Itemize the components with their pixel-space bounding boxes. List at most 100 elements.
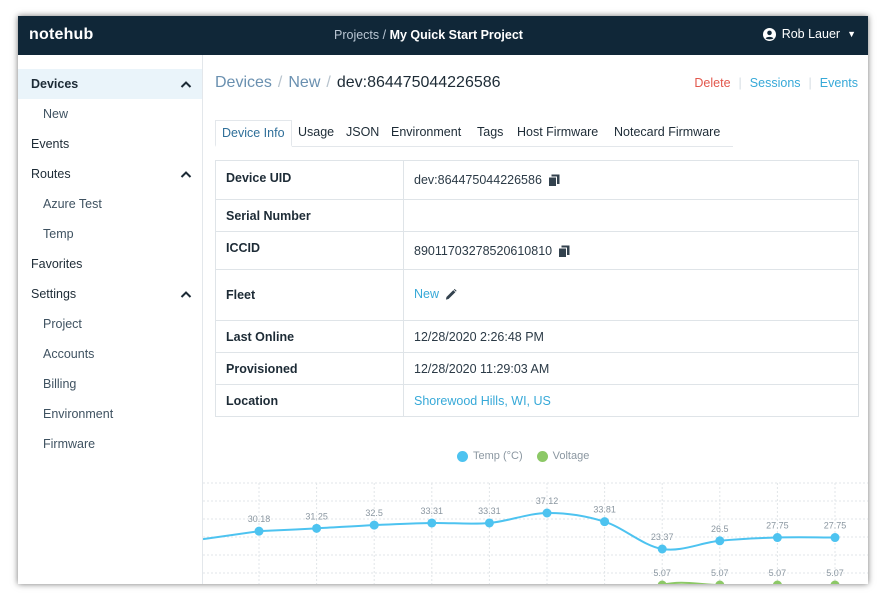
data-label: 5.07 <box>826 568 844 578</box>
top-navbar: notehub Projects / My Quick Start Projec… <box>18 16 868 55</box>
data-point <box>254 526 264 536</box>
divider: | <box>808 76 812 90</box>
sidebar-item-label: Favorites <box>31 257 83 271</box>
device-uid-value: dev:864475044226586 <box>414 173 560 187</box>
data-point <box>772 533 782 543</box>
divider <box>403 161 404 199</box>
breadcrumb-devices-link[interactable]: Devices <box>215 74 272 91</box>
divider <box>403 321 404 352</box>
copy-icon[interactable] <box>558 245 570 258</box>
data-label: 37.12 <box>536 496 559 506</box>
sidebar-item-label: Azure Test <box>43 197 102 211</box>
sidebar-item-new[interactable]: New <box>18 99 202 129</box>
data-label: 26.5 <box>711 524 729 534</box>
row-label: Device UID <box>226 171 292 185</box>
chevron-up-icon[interactable] <box>180 279 192 309</box>
data-label: 27.75 <box>824 521 847 531</box>
row-label: Provisioned <box>226 362 298 376</box>
sidebar-item-environment[interactable]: Environment <box>18 399 202 429</box>
data-point <box>600 517 610 527</box>
table-row: Location Shorewood Hills, WI, US <box>216 384 858 416</box>
divider <box>403 232 404 269</box>
telemetry-chart: Temp (°C) Voltage 30.18 31.25 32.5 33.31 33.… <box>203 443 868 584</box>
data-label: 31.25 <box>305 511 328 521</box>
sidebar-item-favorites[interactable]: Favorites <box>18 249 202 279</box>
device-actions: Delete | Sessions | Events <box>694 76 858 90</box>
data-point <box>773 580 782 584</box>
delete-button[interactable]: Delete <box>694 76 730 90</box>
breadcrumb-project-name: My Quick Start Project <box>389 28 523 42</box>
sidebar-item-label: New <box>43 107 69 121</box>
data-point <box>715 536 725 546</box>
data-label: 33.31 <box>478 506 501 516</box>
row-label: ICCID <box>226 241 261 255</box>
sidebar-item-project[interactable]: Project <box>18 309 202 339</box>
row-value: 12/28/2020 11:29:03 AM <box>414 362 550 376</box>
data-label: 23.37 <box>651 532 674 542</box>
tab-json[interactable]: JSON <box>346 120 379 146</box>
fleet-value: New <box>414 287 457 301</box>
user-menu[interactable]: Rob Lauer ▼ <box>762 27 856 41</box>
series-line <box>203 511 836 551</box>
sidebar: Devices New Events Routes Azure Test Tem… <box>18 55 203 584</box>
tab-environment[interactable]: Environment <box>391 120 461 146</box>
page-title: dev:864475044226586 <box>336 74 501 91</box>
row-value: dev:864475044226586 <box>414 173 542 187</box>
page-breadcrumb: Devices / New / dev:864475044226586 <box>215 74 501 92</box>
breadcrumb-fleet-link[interactable]: New <box>288 74 320 91</box>
divider <box>403 200 404 231</box>
chart-plot: 30.18 31.25 32.5 33.31 33.31 37.12 33.81 23.37 2… <box>203 482 868 584</box>
divider <box>403 385 404 416</box>
table-row: Serial Number <box>216 199 858 231</box>
pencil-icon[interactable] <box>445 288 457 301</box>
row-label: Fleet <box>226 288 256 302</box>
sidebar-item-label: Firmware <box>43 437 96 451</box>
data-point <box>484 518 494 528</box>
sidebar-item-label: Accounts <box>43 347 95 361</box>
fleet-link[interactable]: New <box>414 287 439 301</box>
sidebar-item-label: Environment <box>43 407 114 421</box>
table-row: Provisioned 12/28/2020 11:29:03 AM <box>216 352 858 384</box>
sidebar-item-accounts[interactable]: Accounts <box>18 339 202 369</box>
sidebar-item-label: Temp <box>43 227 74 241</box>
sidebar-item-azure-test[interactable]: Azure Test <box>18 189 202 219</box>
tab-device-info[interactable]: Device Info <box>215 120 292 147</box>
chevron-up-icon[interactable] <box>180 69 192 99</box>
sidebar-item-billing[interactable]: Billing <box>18 369 202 399</box>
iccid-value: 89011703278520610810 <box>414 244 570 258</box>
divider <box>403 270 404 320</box>
table-row: Fleet New <box>216 269 858 320</box>
sidebar-item-devices[interactable]: Devices <box>18 69 202 99</box>
user-name: Rob Lauer <box>781 27 841 41</box>
sidebar-item-routes[interactable]: Routes <box>18 159 202 189</box>
data-label: 5.07 <box>769 568 787 578</box>
tab-notecard-firmware[interactable]: Notecard Firmware <box>614 120 720 146</box>
copy-icon[interactable] <box>547 174 560 187</box>
location-link[interactable]: Shorewood Hills, WI, US <box>414 394 551 408</box>
sidebar-item-settings[interactable]: Settings <box>18 279 202 309</box>
data-point <box>427 518 437 528</box>
user-avatar-icon <box>762 27 776 41</box>
row-label: Last Online <box>226 330 295 344</box>
events-link[interactable]: Events <box>820 76 858 90</box>
data-label: 32.5 <box>365 508 383 518</box>
sidebar-item-events[interactable]: Events <box>18 129 202 159</box>
data-point <box>312 523 322 533</box>
data-point <box>542 508 552 518</box>
sessions-link[interactable]: Sessions <box>750 76 801 90</box>
sidebar-item-temp[interactable]: Temp <box>18 219 202 249</box>
data-label: 27.75 <box>766 521 789 531</box>
sidebar-item-label: Devices <box>31 77 79 91</box>
table-row: Device UID dev:864475044226586 <box>216 161 858 199</box>
breadcrumb-separator: / <box>277 74 283 91</box>
table-row: Last Online 12/28/2020 2:26:48 PM <box>216 320 858 352</box>
sidebar-item-firmware[interactable]: Firmware <box>18 429 202 459</box>
app-logo[interactable]: notehub <box>29 26 94 44</box>
sidebar-item-label: Settings <box>31 287 77 301</box>
chevron-up-icon[interactable] <box>180 159 192 189</box>
tab-usage[interactable]: Usage <box>298 120 334 146</box>
caret-down-icon: ▼ <box>847 29 856 39</box>
tab-tags[interactable]: Tags <box>477 120 503 146</box>
breadcrumb-projects-link[interactable]: Projects / <box>334 28 386 42</box>
tab-host-firmware[interactable]: Host Firmware <box>517 120 598 146</box>
